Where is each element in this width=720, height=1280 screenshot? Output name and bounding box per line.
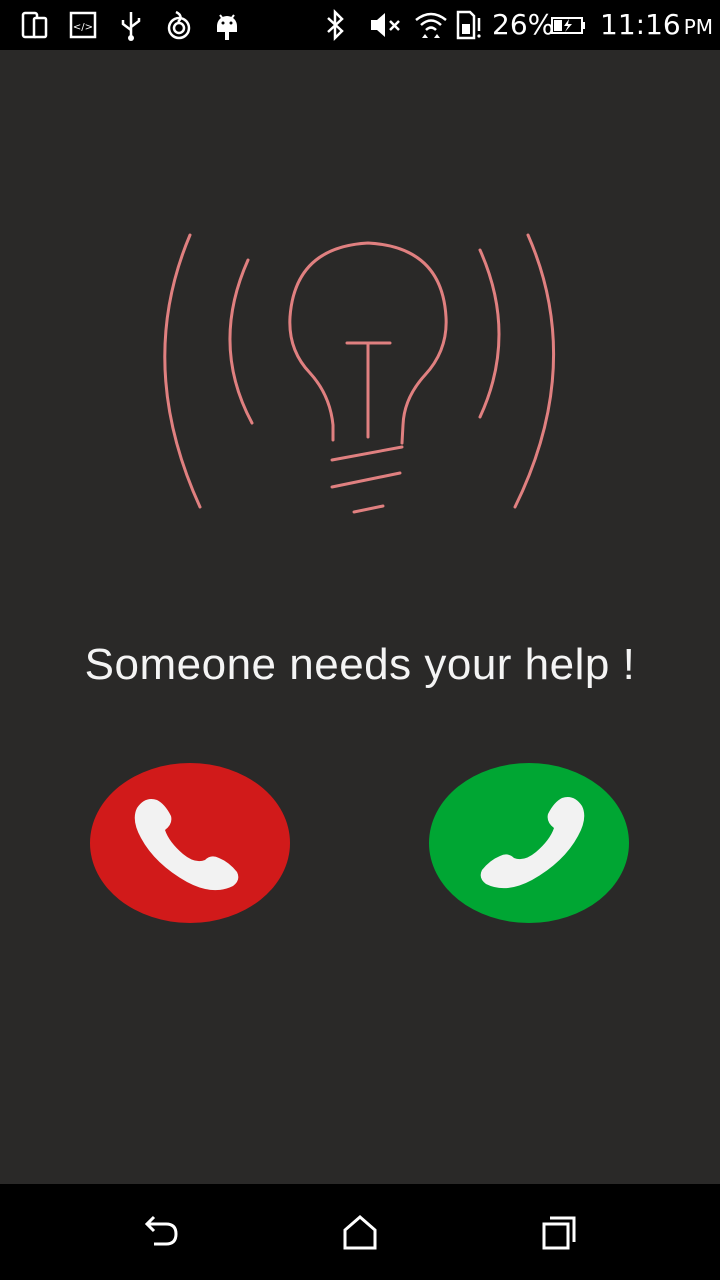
bluetooth-icon xyxy=(320,8,350,42)
status-bar: </> 26% 11:16 PM xyxy=(0,0,720,50)
lightbulb-icon xyxy=(163,233,556,514)
screen: </> 26% 11:16 PM Someone needs your help… xyxy=(0,0,720,1280)
back-icon[interactable] xyxy=(140,1212,182,1252)
android-debug-icon xyxy=(212,8,242,42)
hotspot-icon xyxy=(164,8,194,42)
accept-call-button[interactable] xyxy=(429,763,629,923)
recents-icon[interactable] xyxy=(538,1212,580,1252)
phone-hangup-icon xyxy=(134,799,239,891)
clock-ampm: PM xyxy=(683,15,714,39)
mute-icon xyxy=(368,8,402,42)
battery-charging-icon xyxy=(550,8,586,42)
battery-percent: 26% xyxy=(492,8,555,41)
clock-time: 11:16 xyxy=(600,8,681,41)
usb-icon xyxy=(116,8,146,42)
clock: 11:16 PM xyxy=(600,8,713,41)
dual-screen-icon xyxy=(20,8,50,42)
svg-text:</>: </> xyxy=(73,22,93,33)
wifi-icon xyxy=(414,8,448,42)
navigation-bar xyxy=(0,1184,720,1280)
home-icon[interactable] xyxy=(339,1212,381,1252)
help-message: Someone needs your help ! xyxy=(84,640,636,689)
phone-answer-icon xyxy=(480,797,585,889)
decline-call-button[interactable] xyxy=(90,763,290,923)
sim-alert-icon xyxy=(454,8,484,42)
code-icon: </> xyxy=(68,8,98,42)
